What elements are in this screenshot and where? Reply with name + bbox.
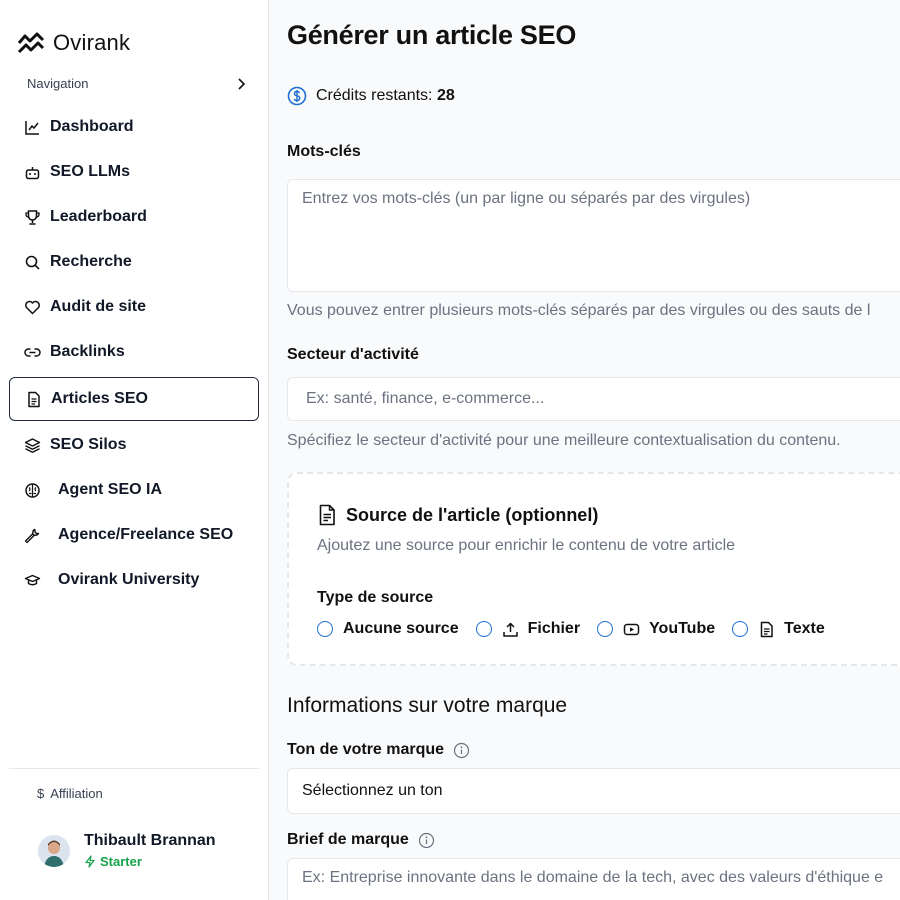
info-icon[interactable] [418,832,435,849]
sidebar-item-label: Backlinks [50,343,125,360]
credits-value: 28 [436,87,455,104]
tone-label: Ton de votre marque [287,741,470,759]
sidebar-item-recherche[interactable]: Recherche [9,241,259,283]
radio-circle[interactable] [475,621,492,637]
avatar [38,834,70,867]
radio-label: YouTube [649,620,716,637]
navigation-toggle[interactable]: Navigation [27,76,247,91]
source-title-text: Source de l'article (optionnel) [346,504,599,525]
source-title: Source de l'article (optionnel) [317,504,598,526]
heart-icon [23,298,41,316]
info-icon[interactable] [453,742,470,759]
chevron-right-icon [235,77,247,91]
radio-fichier[interactable]: Fichier [475,620,581,638]
upload-icon [502,621,519,638]
search-icon [23,253,41,271]
sidebar-item-audit-de-site[interactable]: Audit de site [9,286,259,328]
sidebar-item-label: Leaderboard [50,208,147,225]
lightning-icon [84,855,96,868]
sidebar-divider [9,768,259,769]
sidebar-item-label: SEO LLMs [50,163,131,180]
affiliation-label: Affiliation [50,786,103,801]
sector-hint: Spécifiez le secteur d'activité pour une… [287,432,841,449]
document-icon [24,390,42,408]
radio-aucune-source[interactable]: Aucune source [317,620,459,638]
dollar-icon: $ [37,786,45,801]
tone-select-value: Sélectionnez un ton [302,782,443,799]
plan-label: Starter [100,854,142,869]
keywords-hint: Vous pouvez entrer plusieurs mots-clés s… [287,302,871,319]
radio-texte[interactable]: Texte [732,620,825,638]
sidebar-item-label: Audit de site [50,298,147,315]
trophy-icon [23,208,41,226]
radio-label: Aucune source [343,620,459,637]
affiliation-link[interactable]: $ Affiliation [37,786,103,801]
graduation-cap-icon [23,571,41,589]
radio-label: Fichier [527,620,581,637]
credits-indicator: Crédits restants: 28 [287,86,455,106]
bot-icon [23,163,41,181]
layers-icon [23,436,41,454]
sidebar-item-articles-seo[interactable]: Articles SEO [9,377,259,421]
article-source-panel: Source de l'article (optionnel) Ajoutez … [287,472,900,666]
user-profile[interactable]: Thibault Brannan Starter [38,832,216,869]
sidebar-item-agence-freelance-seo[interactable]: Agence/Freelance SEO [9,514,259,556]
sidebar-item-seo-llms[interactable]: SEO LLMs [9,151,259,193]
sector-placeholder: Ex: santé, finance, e-commerce... [306,390,545,407]
ovirank-logo-icon [17,31,45,55]
radio-circle[interactable] [732,621,749,637]
sidebar-item-leaderboard[interactable]: Leaderboard [9,196,259,238]
main-content: Générer un article SEO Crédits restants:… [269,0,900,900]
radio-youtube[interactable]: YouTube [597,620,715,638]
keywords-textarea[interactable]: Entrez vos mots-clés (un par ligne ou sé… [287,179,900,292]
brain-icon [23,481,41,499]
dollar-circle-icon [287,86,307,106]
wrench-icon [23,526,41,544]
sidebar-item-agent-seo-ia[interactable]: Agent SEO IA [9,469,259,511]
sidebar-item-label: Agence/Freelance SEO [58,526,234,543]
sidebar-item-backlinks[interactable]: Backlinks [9,331,259,373]
tone-select[interactable]: Sélectionnez un ton [287,768,900,814]
sidebar-item-label: Dashboard [50,118,134,135]
source-type-label: Type de source [317,589,434,606]
brand-section-title: Informations sur votre marque [287,694,568,717]
source-type-radio-group: Aucune source Fichier YouTube Texte [317,620,842,638]
sidebar-item-dashboard[interactable]: Dashboard [9,106,259,148]
sidebar-item-label: SEO Silos [50,436,127,453]
document-icon [317,504,337,526]
keywords-label: Mots-clés [287,143,361,160]
plan-badge: Starter [84,854,216,869]
user-name: Thibault Brannan [84,832,216,849]
sidebar: Ovirank Navigation Dashboard SEO LLMs Le… [0,0,269,900]
sidebar-item-label: Recherche [50,253,132,270]
credits-label: Crédits restants: [316,87,433,104]
source-subtitle: Ajoutez une source pour enrichir le cont… [317,537,736,554]
tone-label-text: Ton de votre marque [287,741,445,758]
brief-label-text: Brief de marque [287,831,409,848]
sidebar-item-label: Ovirank University [58,571,200,588]
document-text-icon [758,621,775,638]
sidebar-item-seo-silos[interactable]: SEO Silos [9,424,259,466]
brief-textarea[interactable]: Ex: Entreprise innovante dans le domaine… [287,858,900,900]
radio-circle[interactable] [317,621,333,637]
sidebar-item-label: Articles SEO [51,390,148,407]
sidebar-item-ovirank-university[interactable]: Ovirank University [9,559,259,601]
brief-placeholder: Ex: Entreprise innovante dans le domaine… [302,869,884,886]
sector-input[interactable]: Ex: santé, finance, e-commerce... [287,377,900,421]
brand-name: Ovirank [53,30,131,55]
navigation-header-label: Navigation [27,76,89,91]
keywords-placeholder: Entrez vos mots-clés (un par ligne ou sé… [302,190,751,207]
radio-circle[interactable] [597,621,614,637]
youtube-icon [623,621,640,638]
link-icon [23,343,41,361]
radio-label: Texte [784,620,825,637]
sidebar-item-label: Agent SEO IA [58,481,163,498]
brief-label: Brief de marque [287,831,435,849]
sector-label: Secteur d'activité [287,346,419,363]
page-title: Générer un article SEO [287,20,577,50]
brand-logo[interactable]: Ovirank [17,30,130,56]
chart-line-icon [23,118,41,136]
